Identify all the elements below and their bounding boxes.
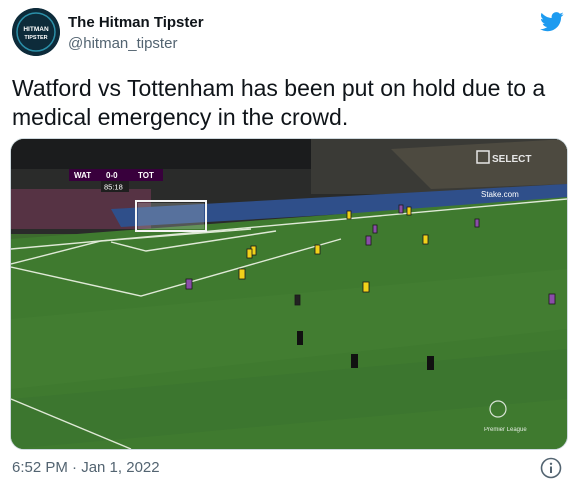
author-handle[interactable]: @hitman_tipster xyxy=(68,35,177,52)
scoreboard-clock: 85:18 xyxy=(104,183,123,192)
scoreboard-score: 0-0 xyxy=(106,171,118,180)
info-icon[interactable] xyxy=(540,457,562,479)
tweet-text: Watford vs Tottenham has been put on hol… xyxy=(12,75,546,130)
avatar-logo-icon: HITMAN TIPSTER xyxy=(12,8,60,56)
avatar-line-2: TIPSTER xyxy=(24,35,47,41)
tweet-header: HITMAN TIPSTER The Hitman Tipster @hitma… xyxy=(0,0,575,66)
avatar[interactable]: HITMAN TIPSTER xyxy=(12,8,60,56)
broadcaster-name: SELECT xyxy=(492,154,531,165)
author-name[interactable]: The Hitman Tipster xyxy=(68,14,204,31)
ad-board-text: Stake.com xyxy=(481,190,519,199)
tweet-timestamp[interactable]: 6:52 PM · Jan 1, 2022 xyxy=(12,459,160,476)
football-match-frame: Stake.com WAT 0-0 TOT 85:18 SELECT Premi… xyxy=(11,139,567,449)
scoreboard-home: WAT xyxy=(74,171,91,180)
scoreboard-away: TOT xyxy=(138,171,154,180)
goal xyxy=(135,200,207,232)
twitter-bird-icon[interactable] xyxy=(540,12,564,32)
tweet-media-video[interactable]: Stake.com WAT 0-0 TOT 85:18 SELECT Premi… xyxy=(10,138,568,450)
avatar-line-1: HITMAN xyxy=(23,26,49,33)
league-text: Premier League xyxy=(484,427,527,433)
